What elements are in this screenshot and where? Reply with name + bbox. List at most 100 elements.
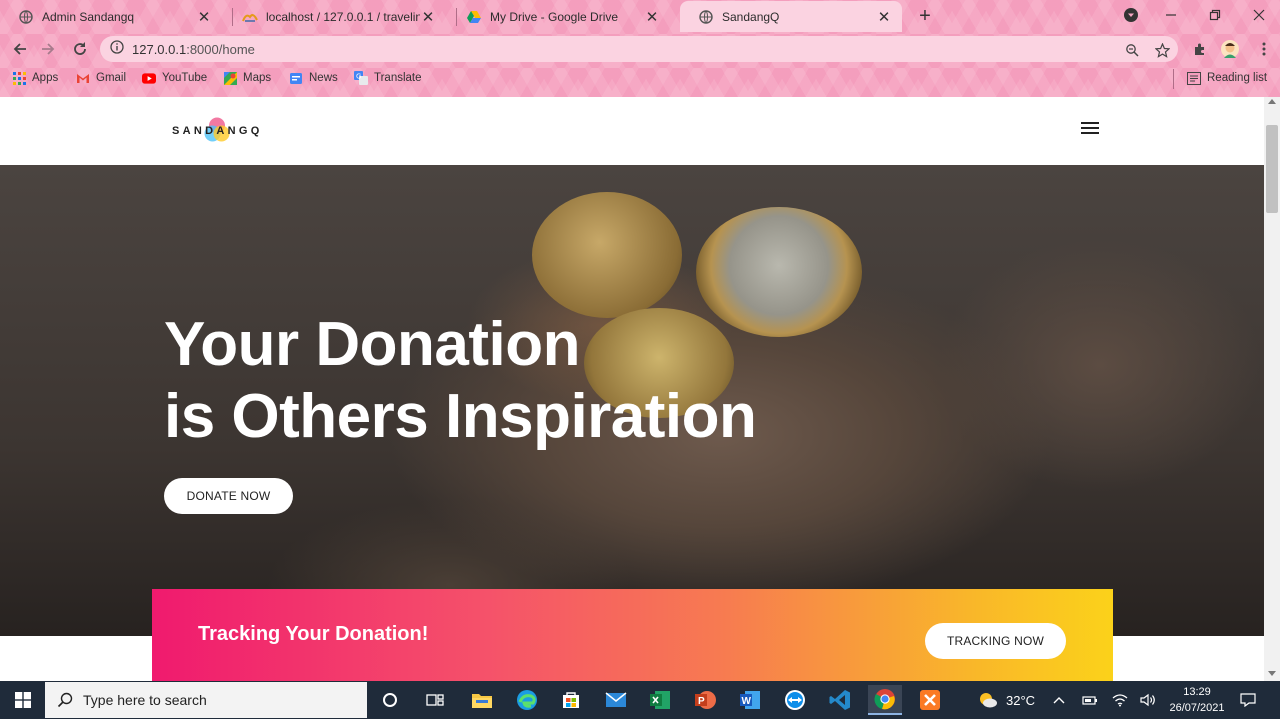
scroll-down-arrow-icon[interactable] bbox=[1268, 671, 1276, 676]
mail-icon[interactable] bbox=[599, 685, 633, 715]
hero-headline-line: Your Donation bbox=[164, 310, 580, 379]
news-icon bbox=[289, 71, 303, 85]
logo-wordmark: SANDANGQ bbox=[172, 125, 263, 137]
start-button[interactable] bbox=[0, 681, 45, 719]
clock-date: 26/07/2021 bbox=[1169, 702, 1225, 714]
bookmark-apps[interactable]: Apps bbox=[12, 71, 58, 85]
reading-list-icon bbox=[1187, 71, 1201, 85]
microsoft-store-icon[interactable] bbox=[554, 685, 588, 715]
translate-icon: G bbox=[354, 71, 368, 85]
bookmark-translate[interactable]: G Translate bbox=[354, 71, 422, 85]
url-path: :8000/home bbox=[186, 41, 255, 57]
tracking-banner: Tracking Your Donation! TRACKING NOW bbox=[152, 589, 1113, 681]
file-explorer-icon[interactable] bbox=[465, 685, 499, 715]
volume-icon[interactable] bbox=[1140, 681, 1156, 719]
teamviewer-icon[interactable] bbox=[778, 685, 812, 715]
weather-widget[interactable]: 32°C bbox=[978, 681, 1035, 719]
restore-icon[interactable] bbox=[1195, 0, 1235, 30]
hero-headline: Your Donation is Others Inspiration bbox=[164, 309, 757, 453]
bookmark-news[interactable]: News bbox=[289, 71, 338, 85]
address-bar[interactable]: 127.0.0.1:8000/home bbox=[100, 36, 1178, 62]
close-tab-icon[interactable]: ✕ bbox=[644, 8, 660, 26]
apps-grid-icon bbox=[12, 71, 26, 85]
search-placeholder: Type here to search bbox=[83, 692, 207, 708]
tab-title: localhost / 127.0.0.1 / travelingku bbox=[266, 9, 420, 24]
word-icon[interactable]: W bbox=[733, 685, 767, 715]
tracking-now-button[interactable]: TRACKING NOW bbox=[925, 623, 1066, 659]
donate-now-button[interactable]: DONATE NOW bbox=[164, 478, 293, 514]
notifications-icon[interactable] bbox=[1240, 681, 1256, 719]
wifi-icon[interactable] bbox=[1112, 681, 1128, 719]
google-drive-icon bbox=[466, 9, 482, 25]
cortana-icon[interactable] bbox=[373, 685, 407, 715]
bookmark-label: Gmail bbox=[96, 72, 127, 84]
url-text: 127.0.0.1:8000/home bbox=[132, 42, 255, 57]
hamburger-menu-icon[interactable] bbox=[1078, 119, 1102, 139]
chrome-icon[interactable] bbox=[868, 685, 902, 715]
zoom-icon[interactable] bbox=[1122, 40, 1142, 60]
maps-icon bbox=[223, 71, 237, 85]
vscode-icon[interactable] bbox=[823, 685, 857, 715]
excel-icon[interactable] bbox=[643, 685, 677, 715]
svg-text:G: G bbox=[356, 73, 361, 81]
close-tab-icon[interactable]: ✕ bbox=[420, 8, 436, 26]
tab-admin-sandangq[interactable]: Admin Sandangq ✕ bbox=[0, 1, 222, 32]
page-viewport: SANDANGQ Your Donation is Others Inspira… bbox=[0, 97, 1280, 681]
search-icon bbox=[57, 692, 73, 708]
bookmark-label: YouTube bbox=[162, 72, 208, 84]
kebab-menu-icon[interactable] bbox=[1252, 37, 1276, 61]
close-window-icon[interactable] bbox=[1239, 0, 1279, 30]
new-tab-button[interactable]: + bbox=[914, 4, 936, 28]
svg-text:W: W bbox=[742, 696, 752, 707]
reading-list-label: Reading list bbox=[1207, 72, 1268, 84]
windows-taskbar: Type here to search P W 32°C 13:29 26/07… bbox=[0, 681, 1280, 719]
profile-avatar-icon[interactable] bbox=[1218, 37, 1242, 61]
close-tab-icon[interactable]: ✕ bbox=[876, 8, 892, 26]
tab-strip: Admin Sandangq ✕ localhost / 127.0.0.1 /… bbox=[0, 0, 1280, 32]
bookmark-gmail[interactable]: Gmail bbox=[76, 71, 126, 85]
page-scrollbar[interactable] bbox=[1264, 97, 1280, 681]
site-logo[interactable]: SANDANGQ bbox=[172, 116, 292, 146]
bookmark-star-icon[interactable] bbox=[1152, 40, 1172, 60]
bookmark-label: Apps bbox=[32, 72, 59, 84]
back-arrow-icon[interactable] bbox=[8, 37, 32, 61]
close-tab-icon[interactable]: ✕ bbox=[196, 8, 212, 26]
battery-icon[interactable] bbox=[1082, 681, 1098, 719]
reading-list-button[interactable]: Reading list bbox=[1187, 71, 1267, 85]
bookmark-divider bbox=[1173, 69, 1174, 89]
taskbar-search[interactable]: Type here to search bbox=[45, 682, 367, 718]
bookmarks-bar: Apps Gmail YouTube Maps News G Translate… bbox=[0, 65, 1280, 93]
tab-phpmyadmin[interactable]: localhost / 127.0.0.1 / travelingku ✕ bbox=[224, 1, 446, 32]
bookmark-label: News bbox=[309, 72, 338, 84]
globe-icon bbox=[18, 9, 34, 25]
bookmark-youtube[interactable]: YouTube bbox=[142, 71, 207, 85]
powerpoint-icon[interactable]: P bbox=[688, 685, 722, 715]
svg-text:P: P bbox=[698, 696, 705, 707]
youtube-icon bbox=[142, 71, 156, 85]
extensions-puzzle-icon[interactable] bbox=[1188, 37, 1212, 61]
bookmark-maps[interactable]: Maps bbox=[223, 71, 271, 85]
scroll-thumb[interactable] bbox=[1266, 125, 1278, 213]
info-icon[interactable] bbox=[110, 39, 124, 59]
minimize-icon[interactable] bbox=[1151, 0, 1191, 30]
profile-menu-icon[interactable] bbox=[1111, 0, 1151, 30]
scroll-up-arrow-icon[interactable] bbox=[1268, 99, 1276, 104]
forward-arrow-icon[interactable] bbox=[36, 37, 60, 61]
clock-time: 13:29 bbox=[1183, 686, 1211, 698]
system-clock[interactable]: 13:29 26/07/2021 bbox=[1166, 684, 1228, 716]
reload-icon[interactable] bbox=[68, 37, 92, 61]
phpmyadmin-icon bbox=[242, 9, 258, 25]
tab-sandangq[interactable]: SandangQ ✕ bbox=[680, 1, 902, 32]
hero-headline-line: is Others Inspiration bbox=[164, 382, 757, 451]
globe-icon bbox=[698, 9, 714, 25]
bookmark-label: Maps bbox=[243, 72, 272, 84]
tab-title: Admin Sandangq bbox=[42, 9, 135, 24]
xampp-icon[interactable] bbox=[913, 685, 947, 715]
coin-image bbox=[532, 192, 682, 318]
show-hidden-icons-chevron-icon[interactable] bbox=[1053, 681, 1065, 719]
task-view-icon[interactable] bbox=[418, 685, 452, 715]
browser-toolbar: 127.0.0.1:8000/home bbox=[0, 32, 1280, 65]
tab-google-drive[interactable]: My Drive - Google Drive ✕ bbox=[448, 1, 670, 32]
edge-icon[interactable] bbox=[510, 685, 544, 715]
bookmark-label: Translate bbox=[374, 72, 422, 84]
